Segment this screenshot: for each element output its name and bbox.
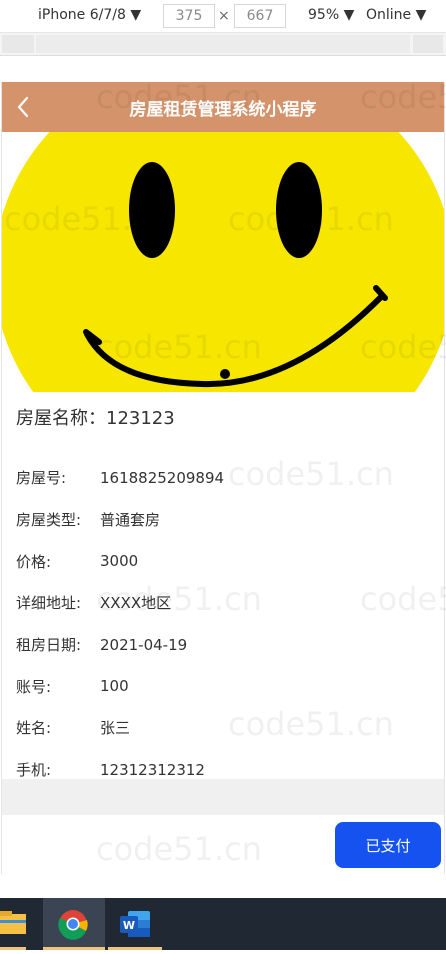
taskbar: W bbox=[0, 898, 446, 950]
watermark: code51.cn bbox=[228, 705, 394, 743]
detail-value: 普通套房 bbox=[100, 511, 161, 530]
width-input[interactable]: 375 bbox=[163, 4, 215, 28]
detail-label: 房屋号: bbox=[16, 469, 67, 488]
detail-label: 价格: bbox=[16, 552, 52, 571]
watermark: code51.cn bbox=[96, 830, 262, 868]
viewport-bottom bbox=[0, 874, 446, 898]
detail-label: 账号: bbox=[16, 677, 52, 696]
ruler-segment[interactable] bbox=[36, 35, 410, 53]
detail-label: 手机: bbox=[16, 761, 52, 780]
times-symbol: × bbox=[218, 8, 230, 24]
house-name: 房屋名称：123123 bbox=[16, 404, 175, 430]
watermark: code51.cn bbox=[360, 78, 446, 116]
file-explorer-button[interactable] bbox=[0, 898, 40, 950]
watermark: code51.cn bbox=[360, 580, 446, 618]
back-arrow-icon[interactable] bbox=[12, 95, 36, 119]
svg-text:W: W bbox=[123, 919, 135, 932]
media-query-ruler[interactable] bbox=[0, 33, 446, 56]
word-button[interactable]: W bbox=[108, 898, 162, 950]
device-select[interactable]: iPhone 6/7/8 ▼ bbox=[38, 7, 141, 23]
watermark: code51.cn bbox=[228, 200, 394, 238]
height-input[interactable]: 667 bbox=[234, 4, 286, 28]
detail-row: 租房日期: 2021-04-19 bbox=[16, 624, 436, 666]
devtools-toolbar: iPhone 6/7/8 ▼ 375 × 667 95% ▼ Online ▼ bbox=[0, 0, 446, 33]
detail-row: 价格: 3000 bbox=[16, 540, 436, 582]
detail-value: 2021-04-19 bbox=[100, 635, 188, 654]
watermark: code51.cn bbox=[4, 200, 170, 238]
ruler-segment[interactable] bbox=[413, 35, 443, 53]
detail-value: 3000 bbox=[100, 552, 139, 571]
detail-row: 房屋类型: 普通套房 bbox=[16, 499, 436, 541]
detail-value: 12312312312 bbox=[100, 760, 205, 779]
chrome-icon bbox=[58, 910, 88, 940]
detail-row: 账号: 100 bbox=[16, 665, 436, 707]
house-name-label: 房屋名称： bbox=[16, 408, 106, 429]
detail-label: 租房日期: bbox=[16, 636, 82, 655]
ruler-segment[interactable] bbox=[2, 35, 34, 53]
watermark: code51.cn bbox=[96, 78, 262, 116]
detail-value: 100 bbox=[100, 677, 129, 696]
house-name-value: 123123 bbox=[106, 408, 175, 429]
detail-label: 姓名: bbox=[16, 719, 52, 738]
zoom-select[interactable]: 95% ▼ bbox=[308, 7, 354, 23]
watermark: code51.cn bbox=[96, 328, 262, 366]
detail-label: 房屋类型: bbox=[16, 511, 82, 530]
detail-value: 1618825209894 bbox=[100, 468, 225, 487]
zoom-label: 95% bbox=[308, 7, 340, 23]
detail-value: 张三 bbox=[100, 719, 131, 738]
word-icon: W bbox=[120, 911, 150, 937]
folder-icon bbox=[0, 911, 26, 934]
paid-button[interactable]: 已支付 bbox=[335, 822, 441, 868]
network-label: Online bbox=[366, 7, 412, 23]
watermark: code51.cn bbox=[228, 455, 394, 493]
network-select[interactable]: Online ▼ bbox=[366, 7, 426, 23]
detail-label: 详细地址: bbox=[16, 594, 82, 613]
watermark: code51.cn bbox=[96, 580, 262, 618]
spacer-bar bbox=[2, 779, 444, 815]
watermark: code51.cn bbox=[360, 328, 446, 366]
device-label: iPhone 6/7/8 bbox=[38, 7, 126, 23]
chrome-button[interactable] bbox=[43, 898, 105, 950]
